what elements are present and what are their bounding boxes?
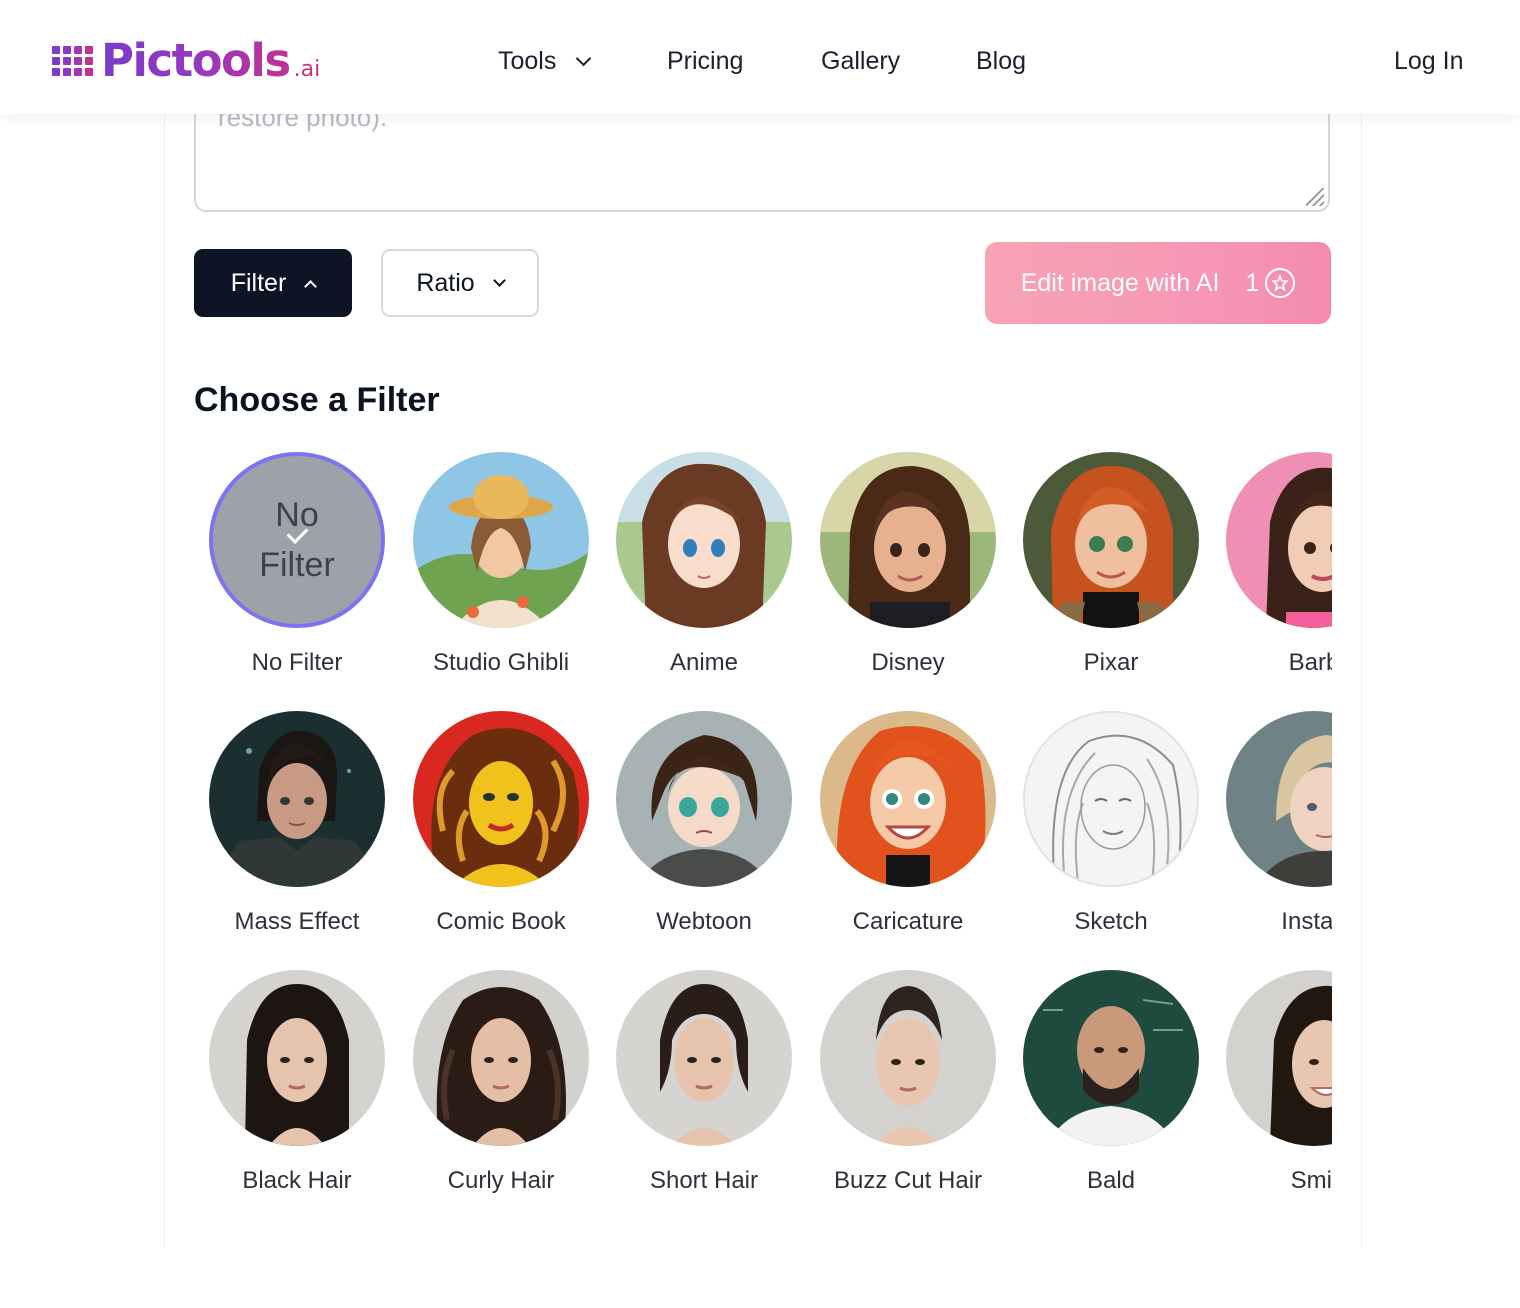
filter-button-label: Filter — [230, 268, 287, 297]
nav-tools-label: Tools — [498, 47, 557, 75]
barbie-thumbnail — [1226, 452, 1332, 628]
filter-label: Sketch — [1074, 908, 1148, 935]
filter-label: Anime — [669, 649, 739, 676]
mass-effect-thumbnail — [209, 711, 385, 887]
filter-option-caricature[interactable]: Caricature — [806, 711, 1010, 937]
nav-gallery-label: Gallery — [821, 47, 901, 75]
chevron-up-icon — [304, 279, 318, 293]
nav-pricing-label: Pricing — [667, 47, 744, 75]
section-title: Choose a Filter — [194, 381, 440, 419]
filter-option-buzz-cut-hair[interactable]: Buzz Cut Hair — [806, 970, 1010, 1196]
filter-label: Buzz Cut Hair — [833, 1167, 983, 1194]
nav-gallery[interactable]: Gallery — [821, 44, 900, 78]
edit-image-button[interactable]: Edit image with AI 1 — [985, 242, 1331, 324]
filter-option-comic-book[interactable]: Comic Book — [399, 711, 603, 937]
filter-label: Comic Book — [436, 908, 566, 935]
filter-label: Studio Ghibli — [432, 649, 570, 676]
filter-option-pixar[interactable]: Pixar — [1009, 452, 1213, 678]
filter-option-anime[interactable]: Anime — [602, 452, 806, 678]
nav-blog[interactable]: Blog — [976, 44, 1026, 78]
filter-label: Curly Hair — [447, 1167, 555, 1194]
filter-option-no-filter[interactable]: No Filter No Filter — [195, 452, 399, 678]
nav-blog-label: Blog — [976, 47, 1027, 75]
filter-label: Pixar — [1083, 649, 1139, 676]
webtoon-thumbnail — [616, 711, 792, 887]
ratio-dropdown-button[interactable]: Ratio — [381, 249, 539, 317]
chevron-down-icon — [576, 50, 592, 66]
filter-label: Barb — [1288, 649, 1332, 676]
caricature-thumbnail — [820, 711, 996, 887]
filter-label: No Filter — [251, 649, 343, 676]
filter-option-studio-ghibli[interactable]: Studio Ghibli — [399, 452, 603, 678]
instagram-thumbnail — [1226, 711, 1332, 887]
ratio-button-label: Ratio — [416, 268, 475, 297]
resize-handle-icon[interactable] — [1306, 188, 1324, 206]
nav-tools[interactable]: Tools — [498, 44, 592, 78]
filter-label: Caricature — [852, 908, 964, 935]
filter-option-short-hair[interactable]: Short Hair — [602, 970, 806, 1196]
filter-option-webtoon[interactable]: Webtoon — [602, 711, 806, 937]
filter-label: Smil — [1290, 1167, 1332, 1194]
filter-grid: No Filter No Filter Studio Ghibli Anime … — [194, 440, 1332, 1220]
nav-pricing[interactable]: Pricing — [667, 44, 743, 78]
filter-label: Short Hair — [649, 1167, 759, 1194]
smile-thumbnail — [1226, 970, 1332, 1146]
sketch-thumbnail — [1023, 711, 1199, 887]
filter-option-curly-hair[interactable]: Curly Hair — [399, 970, 603, 1196]
filter-label: Bald — [1086, 1167, 1136, 1194]
login-link[interactable]: Log In — [1394, 44, 1464, 78]
no-filter-thumbnail: No Filter — [209, 452, 385, 628]
filter-option-smile[interactable]: Smil — [1212, 970, 1332, 1196]
filter-option-barbie[interactable]: Barb — [1212, 452, 1332, 678]
no-filter-overlay-line2: Filter — [259, 546, 335, 584]
logo-grid-icon — [52, 46, 93, 76]
top-nav-bar: Pictools .ai Tools Pricing Gallery Blog … — [0, 0, 1520, 114]
filter-label: Instag — [1281, 908, 1332, 935]
studio-ghibli-thumbnail — [413, 452, 589, 628]
edit-button-label: Edit image with AI — [1020, 268, 1220, 297]
filter-option-bald[interactable]: Bald — [1009, 970, 1213, 1196]
pixar-thumbnail — [1023, 452, 1199, 628]
chevron-down-icon — [492, 273, 506, 287]
filter-toggle-button[interactable]: Filter — [194, 249, 352, 317]
filter-label: Mass Effect — [234, 908, 360, 935]
logo-suffix: .ai — [293, 56, 321, 82]
anime-thumbnail — [616, 452, 792, 628]
filter-option-mass-effect[interactable]: Mass Effect — [195, 711, 399, 937]
curly-hair-thumbnail — [413, 970, 589, 1146]
bald-thumbnail — [1023, 970, 1199, 1146]
buzz-cut-thumbnail — [820, 970, 996, 1146]
pictools-logo[interactable]: Pictools .ai — [52, 36, 320, 86]
credit-coin-icon — [1265, 268, 1296, 298]
comic-book-thumbnail — [413, 711, 589, 887]
filter-option-disney[interactable]: Disney — [806, 452, 1010, 678]
filter-option-instagram[interactable]: Instag — [1212, 711, 1332, 937]
filter-option-black-hair[interactable]: Black Hair — [195, 970, 399, 1196]
disney-thumbnail — [820, 452, 996, 628]
filter-label: Black Hair — [242, 1167, 352, 1194]
login-label: Log In — [1394, 47, 1464, 75]
black-hair-thumbnail — [209, 970, 385, 1146]
filter-label: Webtoon — [656, 908, 752, 935]
filter-label: Disney — [871, 649, 945, 676]
filter-option-sketch[interactable]: Sketch — [1009, 711, 1213, 937]
credit-cost: 1 — [1245, 268, 1260, 297]
short-hair-thumbnail — [616, 970, 792, 1146]
logo-wordmark: Pictools — [101, 34, 291, 87]
